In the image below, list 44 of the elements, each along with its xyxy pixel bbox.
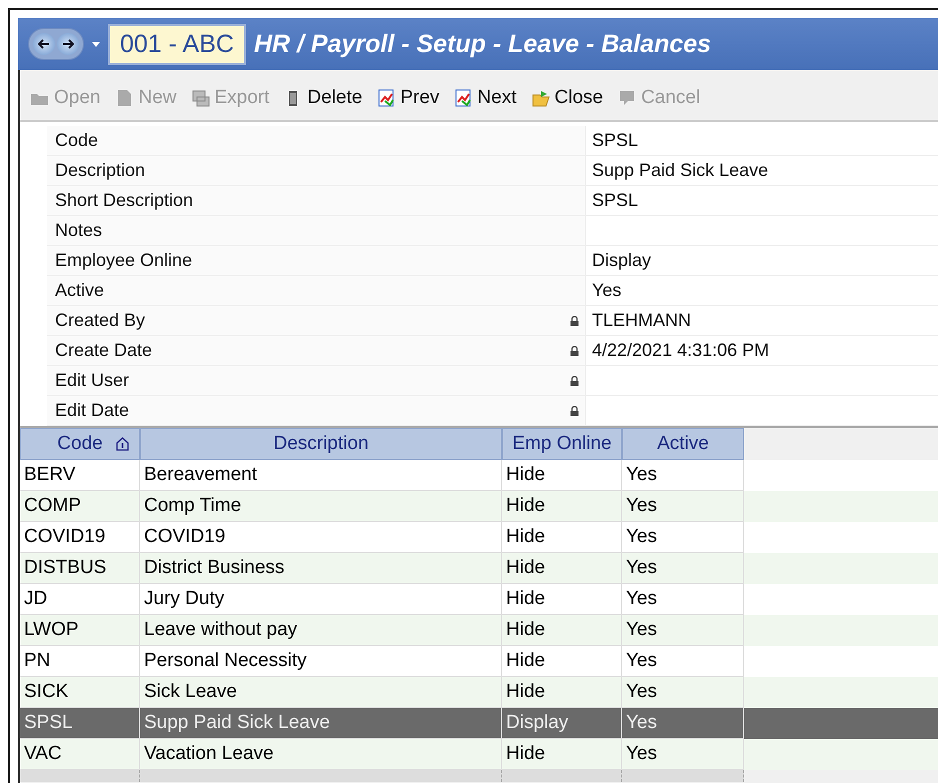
table-row[interactable]: SPSL Supp Paid Sick Leave Display Yes [20,708,938,739]
property-label: Code [55,130,98,151]
table-row[interactable]: COMP Comp Time Hide Yes [20,491,938,522]
property-label: Short Description [55,190,194,211]
sort-icon[interactable] [116,437,129,451]
table-row[interactable]: PN Personal Necessity Hide Yes [20,646,938,677]
property-label: Edit User [55,370,130,391]
property-value[interactable]: Supp Paid Sick Leave [592,160,768,181]
property-label: Active [55,280,104,301]
property-label: Create Date [55,340,152,361]
property-value[interactable]: Yes [592,280,622,301]
grid-icon [190,88,210,108]
company-label: 001 - ABC [108,24,246,64]
property-label: Edit Date [55,400,130,421]
window-title: HR / Payroll - Setup - Leave - Balances [254,30,712,58]
toolbar-button[interactable]: Prev [374,85,448,111]
property-label: Created By [55,310,146,331]
table-row[interactable]: SICK Sick Leave Hide Yes [20,677,938,708]
property-value[interactable]: Display [592,250,652,271]
column-header[interactable]: Active [622,428,744,460]
column-header[interactable]: Emp Online [502,428,622,460]
table-row[interactable]: DISTBUS District Business Hide Yes [20,553,938,584]
toolbar-button[interactable]: Close [528,85,612,111]
navigation-buttons[interactable] [28,28,84,60]
property-value[interactable]: SPSL [592,130,638,151]
column-header[interactable]: Code [20,428,140,460]
table-row[interactable]: JD Jury Duty Hide Yes [20,584,938,615]
folder-icon [530,88,550,108]
table-row[interactable]: COVID19 COVID19 Hide Yes [20,522,938,553]
property-label: Employee Online [55,250,192,271]
table-row[interactable]: BERV Bereavement Hide Yes [20,460,938,491]
property-value[interactable]: TLEHMANN [592,310,692,331]
chart-icon [376,88,396,108]
property-value[interactable]: SPSL [592,190,638,211]
table-row[interactable]: LWOP Leave without pay Hide Yes [20,615,938,646]
property-label: Notes [55,220,102,241]
table-row[interactable]: VAC Vacation Leave Hide Yes [20,739,938,770]
toolbar-button[interactable]: Delete [281,85,370,111]
property-value[interactable]: 4/22/2021 4:31:06 PM [592,340,770,361]
dropdown-caret-icon[interactable] [92,42,100,46]
property-label: Description [55,160,146,181]
chart-icon [453,88,474,108]
toolbar-button[interactable]: Next [451,85,524,111]
column-header[interactable]: Description [140,428,502,460]
